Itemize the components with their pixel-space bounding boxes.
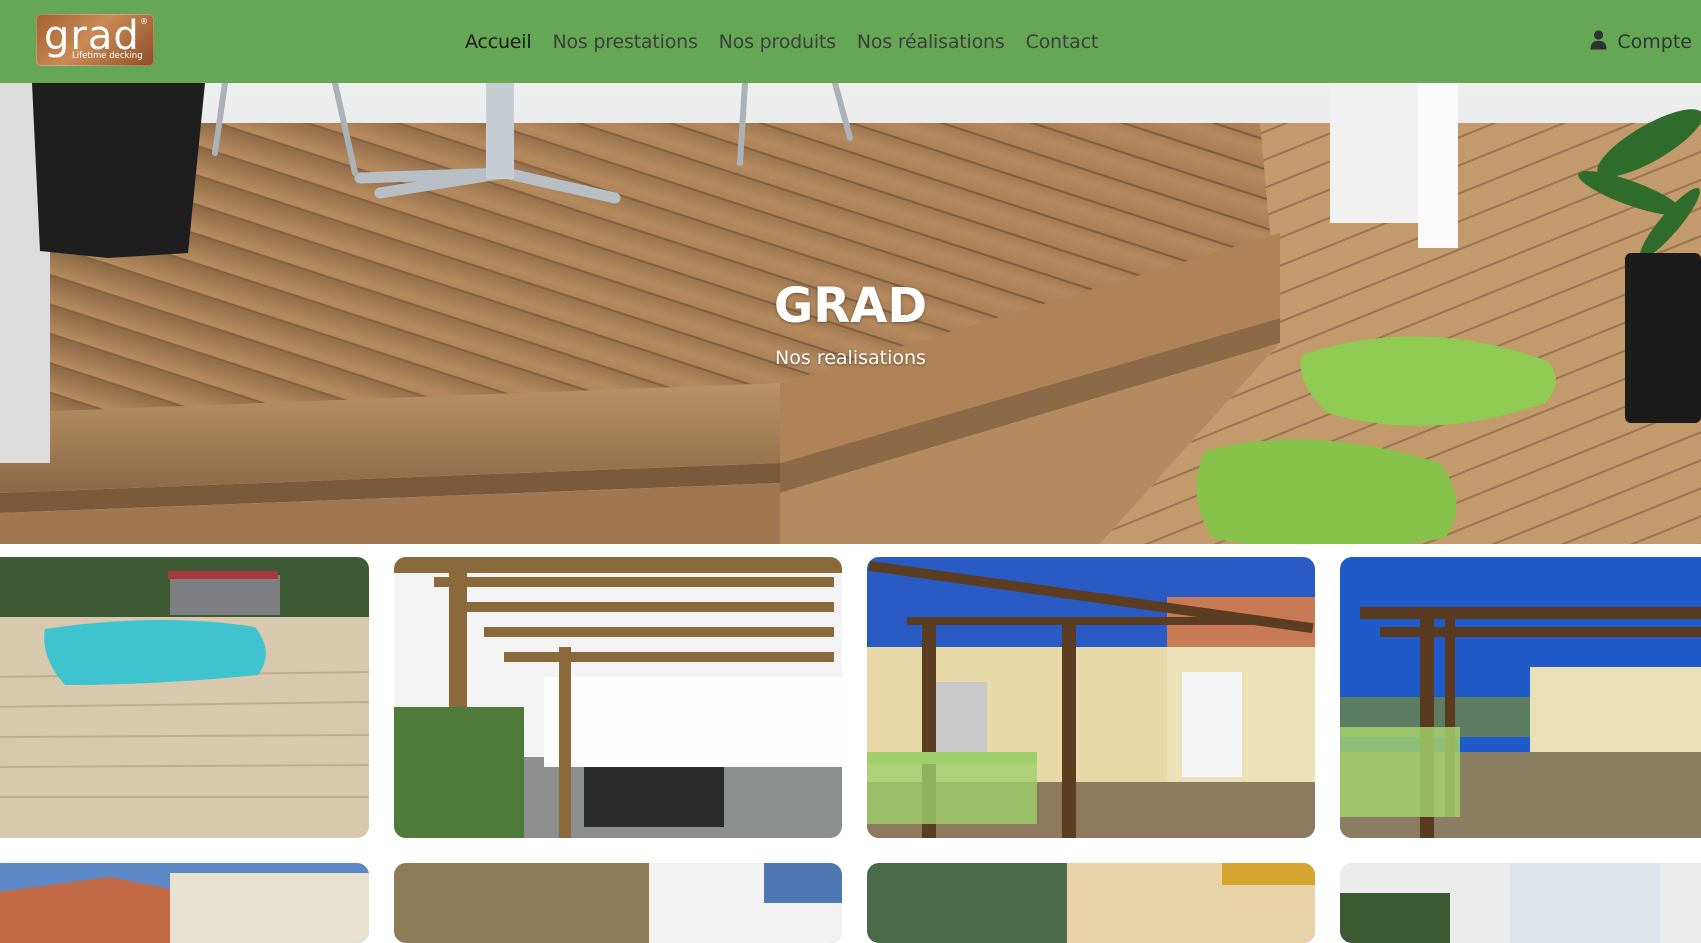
gallery-photo-pool[interactable] [0,557,369,838]
navbar: grad ® Lifetime decking Accueil Nos pres… [0,0,1701,83]
pool-deck-image [0,557,369,838]
nav-link-prestations[interactable]: Nos prestations [552,28,697,56]
gallery-photo-pergola-garden[interactable] [1340,557,1701,838]
nav-link-contact[interactable]: Contact [1026,28,1099,56]
account-label: Compte [1617,31,1692,53]
brand-logo[interactable]: grad ® Lifetime decking [36,14,154,66]
logo-trademark: ® [140,17,148,26]
hero-subtitle: Nos realisations [775,347,926,369]
house-roof-image [0,863,369,943]
nav-link-produits[interactable]: Nos produits [719,28,836,56]
logo-tagline: Lifetime decking [72,51,143,61]
account-button[interactable]: Compte [1590,28,1692,56]
house-window-image [1340,863,1701,943]
nav-link-accueil[interactable]: Accueil [465,28,532,56]
user-icon [1590,30,1607,54]
gallery-photo-pergola-house[interactable] [867,557,1315,838]
hero-banner: GRAD Nos realisations [0,83,1701,544]
hero-title: GRAD [773,278,928,334]
garden-wall-image [394,863,842,943]
house-awning-image [867,863,1315,943]
gallery-photo-house-window[interactable] [1340,863,1701,943]
nav-link-realisations[interactable]: Nos réalisations [857,28,1005,56]
pergola-terrace-image [394,557,842,838]
gallery-photo-house-awning[interactable] [867,863,1315,943]
pergola-garden-image [1340,557,1701,838]
pergola-house-image [867,557,1315,838]
main-nav: Accueil Nos prestations Nos produits Nos… [465,28,1098,56]
gallery-photo-pergola-terrace[interactable] [394,557,842,838]
gallery-photo-house-roof[interactable] [0,863,369,943]
gallery-photo-garden-wall[interactable] [394,863,842,943]
